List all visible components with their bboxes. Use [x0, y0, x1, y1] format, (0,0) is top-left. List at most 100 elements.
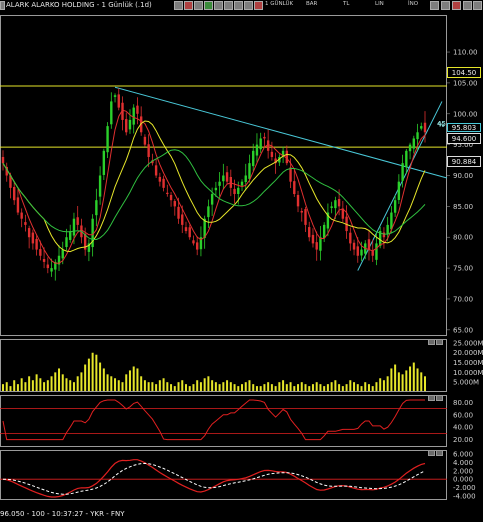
volume-bar: [143, 380, 146, 391]
volume-bar: [50, 376, 53, 391]
candle-body: [237, 187, 240, 194]
volume-bar: [416, 368, 419, 391]
candle-body: [98, 175, 102, 197]
macd-panel-button-icon[interactable]: [428, 450, 435, 456]
volume-bar: [35, 374, 38, 391]
volume-bar: [132, 366, 135, 391]
volume-bar: [117, 380, 120, 391]
candle-body: [311, 234, 315, 244]
macd-axis: 6.0004.0002.0000.000-2.000-4.000: [453, 451, 476, 501]
volume-bar: [199, 382, 202, 391]
volume-bar: [270, 384, 273, 391]
candle-body: [319, 237, 322, 251]
volume-bar: [5, 382, 8, 391]
volume-bar: [84, 364, 87, 391]
volume-bar: [61, 374, 64, 391]
price-tag-95: 95.803: [447, 123, 481, 132]
volume-bar: [226, 380, 229, 391]
volume-bar: [72, 382, 75, 391]
volume-bar: [293, 386, 296, 391]
volume-bar: [259, 386, 262, 391]
volume-bar: [155, 384, 158, 391]
volume-bar: [69, 380, 72, 391]
candle-body: [207, 206, 210, 218]
rsi-panel-button-icon[interactable]: [428, 395, 435, 401]
candle-body: [69, 231, 72, 240]
candle-body: [76, 217, 79, 225]
volume-bar: [353, 382, 356, 391]
candle-body: [405, 150, 408, 168]
candle-body: [356, 246, 359, 256]
volume-bar: [28, 376, 31, 391]
volume-bar: [121, 382, 124, 391]
candle-body: [177, 206, 180, 219]
price-tick-label: 75.00: [453, 265, 473, 273]
volume-bar: [255, 386, 258, 391]
volume-bar: [263, 384, 266, 391]
volume-bar: [297, 384, 300, 391]
volume-bar: [147, 382, 150, 391]
candle-body: [322, 224, 326, 239]
volume-bar: [162, 378, 165, 391]
candle-body: [50, 268, 53, 272]
volume-bar: [196, 380, 199, 391]
candle-body: [106, 126, 109, 153]
volume-bar: [151, 382, 154, 391]
volume-bar: [252, 384, 255, 391]
candle-body: [173, 201, 176, 207]
candle-body: [304, 209, 307, 225]
macd-tick-label: 4.000: [453, 459, 473, 467]
status-text: 96.050 - 100 - 10:37:27 - YKR - FNY: [0, 510, 125, 518]
volume-panel-close-icon[interactable]: [436, 339, 443, 345]
volume-bar: [349, 380, 352, 391]
volume-tick-label: 15.000M: [453, 359, 483, 367]
volume-bar: [229, 382, 232, 391]
volume-bar: [16, 384, 19, 391]
volume-bar: [390, 368, 393, 391]
candle-body: [65, 237, 68, 248]
candle-body: [218, 181, 221, 186]
candle-body: [240, 181, 244, 186]
volume-bar: [222, 382, 225, 391]
chart-canvas[interactable]: 110.00105.00100.0095.0090.0085.0080.0075…: [0, 0, 483, 522]
candle-body: [289, 167, 292, 182]
volume-bar: [360, 386, 363, 391]
volume-bar: [274, 386, 277, 391]
status-bar: 96.050 - 100 - 10:37:27 - YKR - FNY: [0, 508, 483, 522]
candle-body: [132, 107, 135, 125]
volume-bar: [136, 368, 139, 391]
rsi-panel-close-icon[interactable]: [436, 395, 443, 401]
volume-bar: [382, 380, 385, 391]
volume-bar: [39, 378, 42, 391]
volume-panel-button-icon[interactable]: [428, 339, 435, 345]
volume-axis: 25.000M 20.000M 15.000M 10.000M 5.000M: [453, 339, 483, 386]
candle-body: [210, 194, 214, 205]
volume-bar: [128, 370, 131, 391]
candle-body: [285, 150, 289, 164]
volume-bar: [188, 386, 191, 391]
candle-body: [102, 150, 106, 175]
volume-bar: [315, 382, 318, 391]
candle-body: [166, 192, 169, 195]
candle-body: [416, 132, 419, 140]
candle-body: [158, 176, 162, 182]
volume-bar: [184, 384, 187, 391]
candle-body: [337, 199, 341, 207]
volume-bar: [140, 376, 143, 391]
candle-body: [27, 228, 31, 238]
volume-bar: [170, 384, 173, 391]
candle-body: [225, 172, 229, 182]
price-tick-label: 70.00: [453, 295, 473, 303]
candle-body: [393, 200, 397, 213]
candle-body: [192, 240, 195, 244]
volume-bar: [409, 366, 412, 391]
volume-bar: [248, 380, 251, 391]
candle-body: [248, 163, 251, 179]
volume-bar: [211, 380, 214, 391]
volume-bar: [181, 380, 184, 391]
macd-panel-close-icon[interactable]: [436, 450, 443, 456]
volume-bar: [285, 384, 288, 391]
candle-body: [382, 232, 386, 238]
candle-body: [61, 249, 64, 259]
candle-body: [270, 151, 274, 157]
